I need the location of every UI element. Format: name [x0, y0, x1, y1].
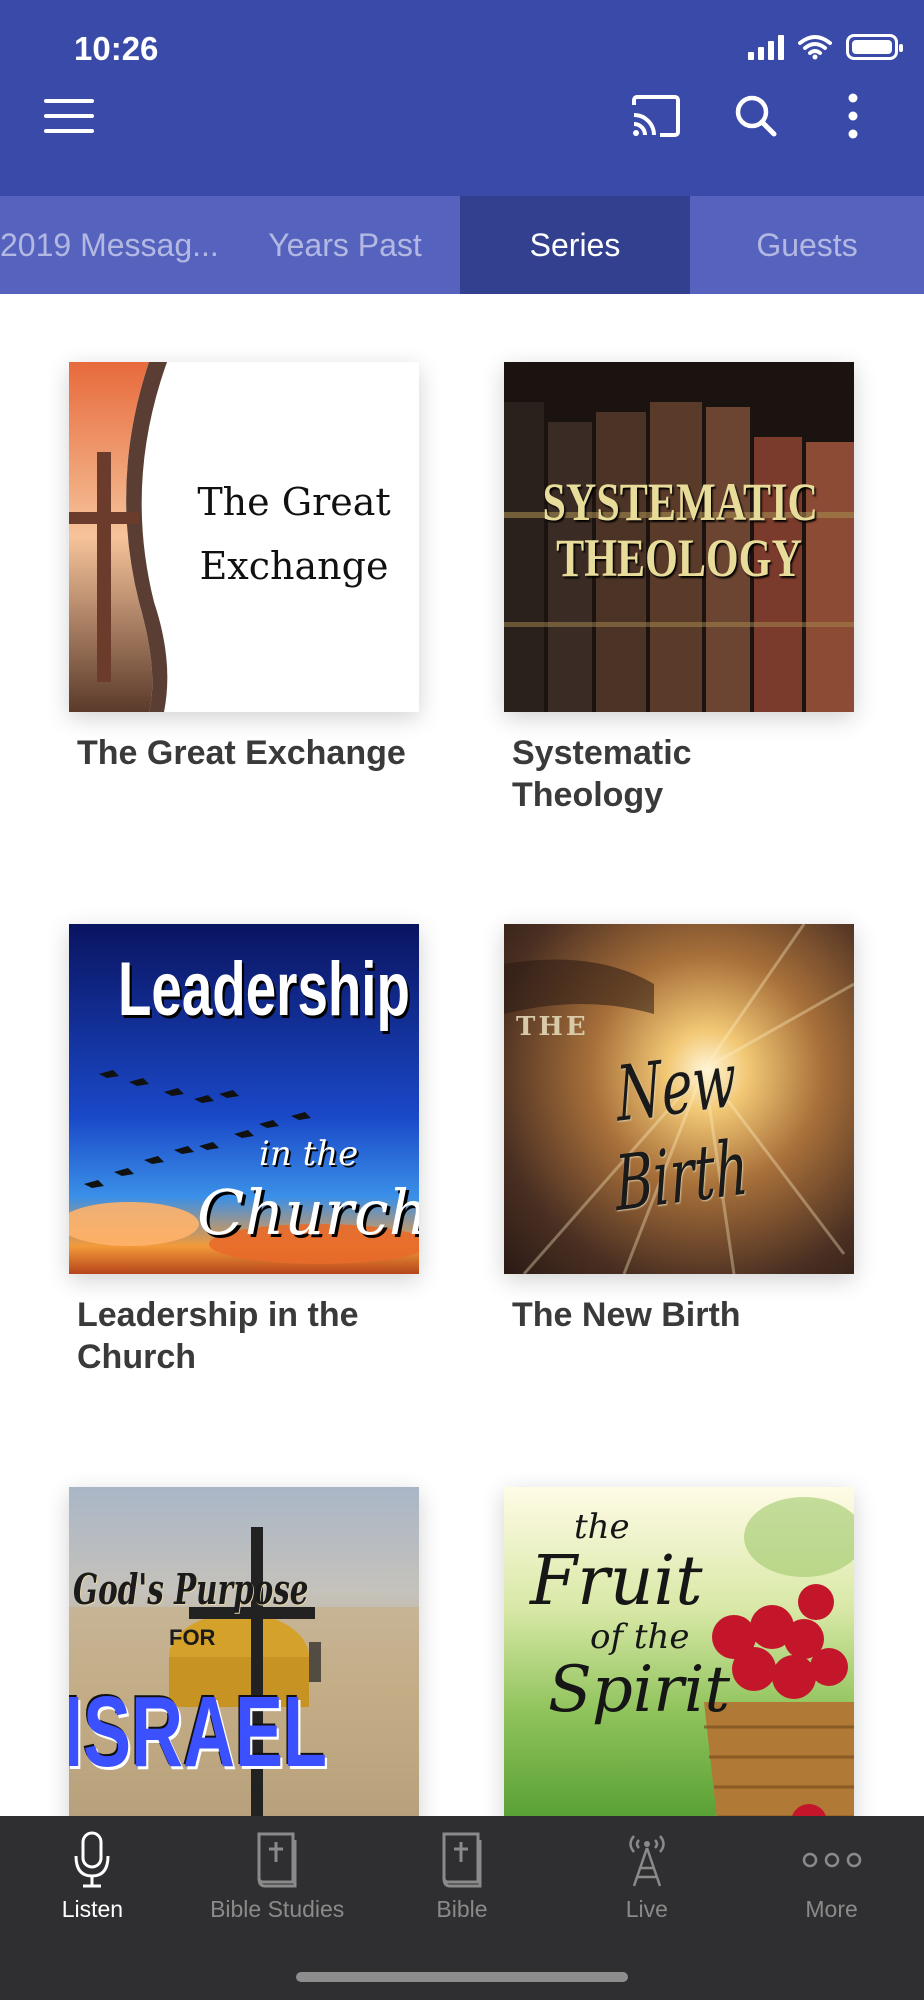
wifi-icon	[798, 35, 832, 60]
artwork-text: Leadership	[117, 947, 410, 1032]
artwork-text: Fruit	[530, 1542, 703, 1621]
overflow-menu-button[interactable]	[846, 93, 860, 139]
more-dots-icon	[802, 1852, 861, 1868]
microphone-icon	[74, 1831, 110, 1888]
menu-button[interactable]	[44, 98, 94, 134]
artwork-text: ISRAEL	[69, 1676, 328, 1788]
vertical-dots-icon	[848, 93, 858, 139]
nav-label: More	[805, 1896, 858, 1922]
artwork-text: New Birth	[612, 1034, 751, 1229]
nav-label: Bible Studies	[210, 1896, 345, 1922]
nav-label: Bible	[436, 1896, 488, 1922]
book-icon	[257, 1832, 297, 1888]
battery-icon	[846, 34, 903, 60]
search-icon	[735, 95, 777, 137]
nav-label: Live	[625, 1896, 668, 1922]
series-card[interactable]: the Fruit of the Spirit	[504, 1487, 854, 1816]
category-tabs: 2019 Messag... Years Past Series Guests	[0, 196, 924, 294]
artwork-text: FOR	[169, 1625, 216, 1650]
search-button[interactable]	[734, 94, 778, 138]
cellular-signal-icon	[748, 34, 784, 60]
series-artwork: THE New Birth	[504, 924, 854, 1274]
series-card[interactable]: God's Purpose FOR ISRAEL	[69, 1487, 419, 1816]
series-artwork: SYSTEMATIC THEOLOGY	[504, 362, 854, 712]
artwork-text: THEOLOGY	[556, 528, 802, 588]
artwork-text: Exchange	[199, 544, 389, 588]
artwork-text: SYSTEMATIC	[542, 472, 818, 532]
artwork-text: in the	[259, 1134, 359, 1174]
series-artwork: Leadership in the Church	[69, 924, 419, 1274]
cast-button[interactable]	[630, 95, 682, 137]
series-title: The New Birth	[512, 1296, 741, 1334]
series-grid: The Great Exchange The Great Exchange SY…	[0, 294, 924, 1816]
nav-label: Listen	[61, 1896, 124, 1922]
series-artwork: God's Purpose FOR ISRAEL	[69, 1487, 419, 1816]
artwork-text: of the	[590, 1617, 690, 1657]
artwork-text: the	[574, 1507, 630, 1547]
tab-series[interactable]: Series	[460, 196, 690, 294]
artwork-text: THE	[516, 1012, 589, 1042]
status-icons	[748, 34, 903, 60]
artwork-text: Church	[197, 1176, 419, 1249]
hamburger-icon	[44, 99, 94, 133]
series-card[interactable]: THE New Birth The New Birth	[504, 924, 854, 1336]
tab-2019-messages[interactable]: 2019 Messag...	[0, 196, 230, 294]
artwork-text: Spirit	[548, 1653, 731, 1727]
status-time: 10:26	[74, 30, 159, 67]
home-indicator	[296, 1972, 628, 1982]
series-title: Leadership in the Church	[77, 1296, 359, 1376]
tab-years-past[interactable]: Years Past	[230, 196, 460, 294]
series-card[interactable]: Leadership in the Church Leadership in t…	[69, 924, 419, 1378]
nav-listen[interactable]: Listen	[0, 1816, 185, 2000]
broadcast-tower-icon	[629, 1835, 665, 1887]
series-artwork: the Fruit of the Spirit	[504, 1487, 854, 1816]
artwork-text: The Great	[197, 480, 391, 524]
series-card[interactable]: SYSTEMATIC THEOLOGY Systematic Theology	[504, 362, 854, 816]
series-title: Systematic Theology	[512, 734, 692, 814]
nav-more[interactable]: More	[739, 1816, 924, 2000]
tab-guests[interactable]: Guests	[690, 196, 924, 294]
series-artwork: The Great Exchange	[69, 362, 419, 712]
artwork-text: God's Purpose	[73, 1565, 309, 1614]
bible-icon	[442, 1832, 482, 1888]
series-title: The Great Exchange	[77, 734, 406, 772]
app-header: 10:26	[0, 0, 924, 196]
cast-icon	[632, 95, 680, 137]
series-card[interactable]: The Great Exchange The Great Exchange	[69, 362, 419, 774]
